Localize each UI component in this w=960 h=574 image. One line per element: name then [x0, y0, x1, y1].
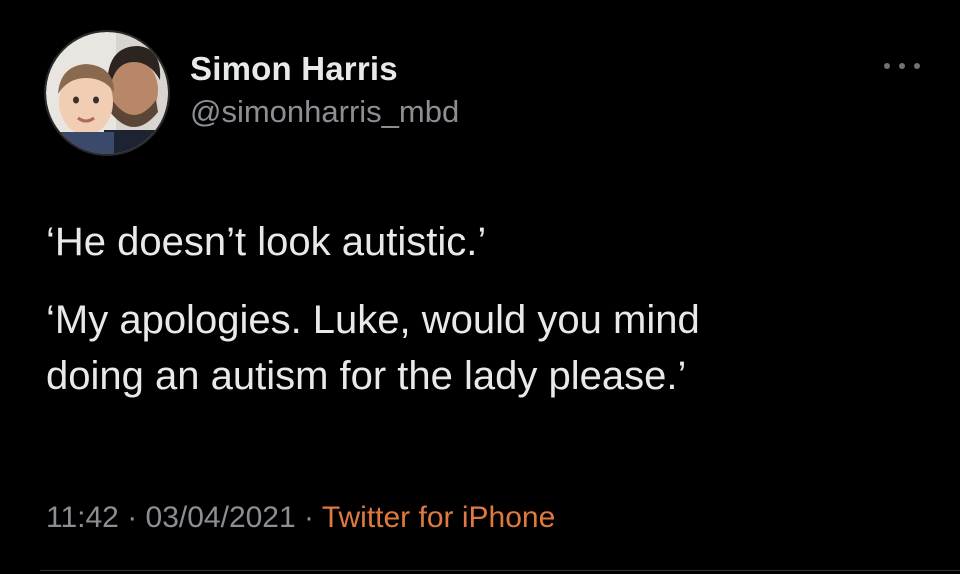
avatar-photo: [46, 32, 168, 154]
avatar[interactable]: [44, 30, 170, 156]
tweet-card: Simon Harris @simonharris_mbd ‘He doesn’…: [0, 0, 960, 574]
meta-separator: ·: [127, 501, 146, 534]
tweet-meta: 11:42 · 03/04/2021 · Twitter for iPhone: [46, 498, 555, 538]
ellipsis-dot: [884, 63, 890, 69]
tweet-date[interactable]: 03/04/2021: [146, 501, 296, 534]
divider: [40, 570, 960, 571]
tweet-text-paragraph-1: ‘He doesn’t look autistic.’: [46, 220, 487, 264]
ellipsis-icon[interactable]: [884, 56, 920, 76]
ellipsis-dot: [914, 63, 920, 69]
tweet-time[interactable]: 11:42: [46, 501, 119, 534]
tweet-source-link[interactable]: Twitter for iPhone: [322, 501, 555, 534]
meta-separator: ·: [304, 501, 322, 534]
tweet-text-line: doing an autism for the lady please.’: [46, 354, 687, 398]
tweet-text: ‘He doesn’t look autistic.’ ‘My apologie…: [46, 214, 926, 426]
ellipsis-dot: [899, 63, 905, 69]
author-block[interactable]: Simon Harris @simonharris_mbd: [190, 50, 459, 130]
tweet-text-line: ‘My apologies. Luke, would you mind: [46, 298, 700, 342]
author-handle[interactable]: @simonharris_mbd: [190, 94, 459, 130]
tweet-text-paragraph-2: ‘My apologies. Luke, would you mind doin…: [46, 292, 926, 404]
author-display-name[interactable]: Simon Harris: [190, 50, 459, 88]
